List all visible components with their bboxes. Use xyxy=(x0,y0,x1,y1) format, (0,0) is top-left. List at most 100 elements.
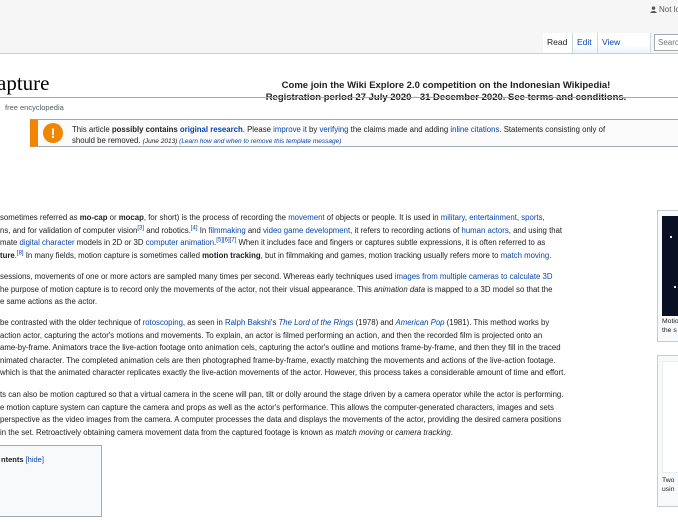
notice-text: This article possibly contains original … xyxy=(72,124,678,147)
thumbnail-motion-capture: Motio the s xyxy=(657,210,678,342)
toc-hide-toggle[interactable]: [hide] xyxy=(26,455,44,464)
text: sometimes referred as xyxy=(0,213,80,222)
text: and xyxy=(245,225,263,235)
military-link[interactable]: military xyxy=(441,213,465,222)
thumb-caption: the s xyxy=(662,327,677,334)
dot xyxy=(670,236,672,238)
tab-view-history[interactable]: View history xyxy=(598,33,651,65)
inline-citations-link[interactable]: inline citations xyxy=(450,125,499,134)
text: action actor, capturing the actor's moti… xyxy=(0,330,543,340)
text: of objects or people. It is used in xyxy=(324,213,441,222)
text: he purpose of motion capture is to recor… xyxy=(0,284,374,294)
sports-link[interactable]: sports xyxy=(521,213,542,222)
citation-5-6-7[interactable]: [5][6][7] xyxy=(216,237,236,243)
text: ame-by-frame. Animators trace the live-a… xyxy=(0,343,561,352)
text: , and using that xyxy=(508,225,563,235)
search-input[interactable] xyxy=(654,34,678,51)
thumb-caption: usin xyxy=(662,486,675,493)
text: ts can also be motion captured so that a… xyxy=(0,390,564,399)
paragraph-sessions: sessions, movements of one or more actor… xyxy=(0,271,660,309)
human-actors-link[interactable]: human actors xyxy=(462,226,509,235)
italic-term: camera tracking xyxy=(395,427,451,437)
site-notice-banner: Come join the Wiki Explore 2.0 competiti… xyxy=(256,80,636,104)
computer-animation-link[interactable]: computer animation xyxy=(146,238,214,247)
notice-text-part: . Please xyxy=(242,125,274,134)
text: (1978) and xyxy=(353,318,396,327)
bold-term: ture xyxy=(0,250,15,260)
text: mate xyxy=(0,238,20,247)
toc-title: ntents [hide] xyxy=(1,455,44,464)
text: be contrasted with the older technique o… xyxy=(0,318,143,327)
learn-remove-link[interactable]: (Learn how and when to remove this templ… xyxy=(179,138,341,145)
text: e motion capture system can capture the … xyxy=(0,402,554,412)
toc-heading: ntents xyxy=(1,455,24,464)
digital-character-link[interactable]: digital character xyxy=(20,238,75,247)
notice-date: (June 2013) xyxy=(142,138,180,145)
american-pop-link[interactable]: American Pop xyxy=(396,318,445,327)
video-game-development-link[interactable]: video game development xyxy=(263,226,350,235)
notice-text-part: should be removed. xyxy=(72,136,143,145)
match-moving-link[interactable]: match moving xyxy=(501,251,550,260)
text: In many fields, motion capture is someti… xyxy=(23,250,203,260)
movement-link[interactable]: movement xyxy=(288,213,324,222)
thumbnail-image[interactable] xyxy=(662,216,678,316)
text: . xyxy=(549,250,552,260)
text: , for short) is the process of recording… xyxy=(143,213,289,222)
dot xyxy=(674,286,676,288)
notice-text-part: This article xyxy=(72,125,112,134)
text: , it refers to recording actions of xyxy=(350,225,462,235)
bold-term: motion tracking xyxy=(202,250,261,260)
tab-edit[interactable]: Edit xyxy=(573,33,598,53)
text: , xyxy=(542,213,545,222)
text: models in 2D or 3D xyxy=(74,238,146,247)
lord-of-the-rings-link[interactable]: The Lord of the Rings xyxy=(278,318,353,327)
banner-line-1[interactable]: Come join the Wiki Explore 2.0 competiti… xyxy=(256,80,636,92)
original-research-notice: ! This article possibly contains origina… xyxy=(30,119,678,147)
text: ns, and for validation of computer visio… xyxy=(0,225,138,235)
paragraph-intro: sometimes referred as mo-cap or mocap, f… xyxy=(0,212,660,262)
text: . xyxy=(450,427,453,437)
text: perspective as the video images from the… xyxy=(0,415,562,424)
ralph-bakshi-link[interactable]: Ralph Bakshi xyxy=(225,318,271,327)
thumbnail-image[interactable] xyxy=(662,361,678,473)
improve-it-link[interactable]: improve it xyxy=(273,125,307,134)
text: When it includes face and fingers or cap… xyxy=(236,238,546,247)
text: or xyxy=(384,427,396,437)
page-tabs: Read Edit View history xyxy=(0,33,678,65)
personal-tools: Not lo xyxy=(650,5,678,14)
text: which is that the animated character rep… xyxy=(0,368,566,377)
italic-term: animation data xyxy=(373,284,426,294)
filmmaking-link[interactable]: filmmaking xyxy=(208,226,245,235)
thumb-caption: Two xyxy=(662,477,675,484)
thumb-caption: Motio xyxy=(662,318,678,325)
thumbnail-two: Two usin xyxy=(657,355,678,507)
tagline: free encyclopedia xyxy=(5,103,64,112)
italic-term: match moving xyxy=(335,427,384,437)
text: , as seen in xyxy=(182,318,225,327)
text: In xyxy=(197,225,209,235)
text: , but in filmmaking and games, motion tr… xyxy=(260,250,501,260)
tab-read[interactable]: Read xyxy=(543,33,573,53)
notice-emphasis: possibly contains xyxy=(111,125,180,134)
page-title: apture xyxy=(0,71,50,95)
text: and robotics. xyxy=(144,225,191,235)
citation-8[interactable]: [8] xyxy=(17,250,24,256)
bold-term: mocap xyxy=(118,213,144,222)
notice-text-part: . Statements consisting only of xyxy=(499,125,606,134)
rotoscoping-link[interactable]: rotoscoping xyxy=(143,318,183,327)
multiple-cameras-link[interactable]: images from multiple cameras to calculat… xyxy=(395,272,553,281)
text: sessions, movements of one or more actor… xyxy=(0,272,395,281)
original-research-link[interactable]: original research xyxy=(180,125,243,134)
banner-line-2[interactable]: Registration period 27 July 2020 - 31 De… xyxy=(256,92,636,104)
entertainment-link[interactable]: entertainment xyxy=(469,213,517,222)
notice-text-part: the claims made and adding xyxy=(348,125,451,134)
text: e same actions as the actor. xyxy=(0,297,98,306)
not-logged-in-link[interactable]: Not lo xyxy=(659,5,678,14)
text: is mapped to a 3D model so that the xyxy=(425,284,553,294)
text: in the set. Retroactively obtaining came… xyxy=(0,427,336,437)
table-of-contents: ntents [hide] xyxy=(0,445,102,517)
paragraph-camera-movement: ts can also be motion captured so that a… xyxy=(0,389,660,439)
verifying-link[interactable]: verifying xyxy=(319,125,348,134)
citation-4[interactable]: [4] xyxy=(191,225,198,231)
user-icon xyxy=(650,6,657,13)
